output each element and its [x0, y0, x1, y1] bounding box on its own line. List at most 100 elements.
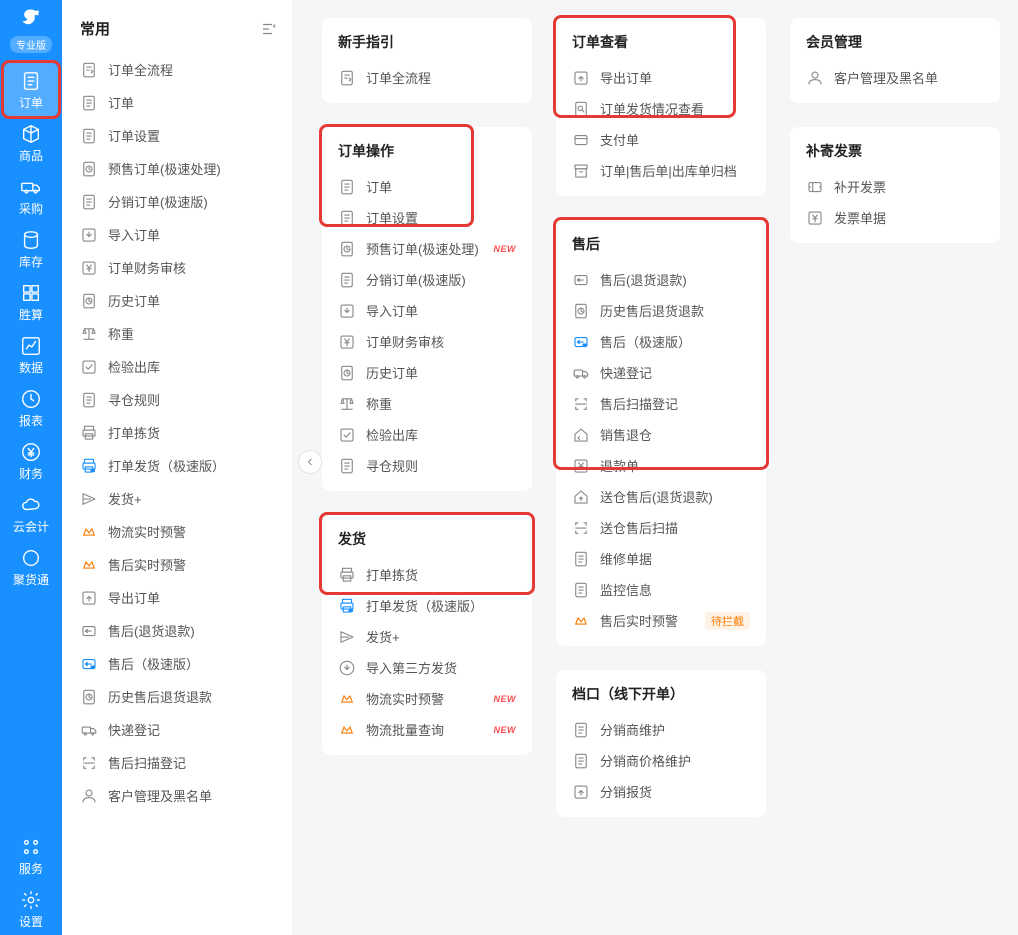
group-item[interactable]: 订单 [338, 171, 516, 202]
common-item[interactable]: 订单设置 [80, 119, 278, 152]
common-item[interactable]: 导出订单 [80, 581, 278, 614]
common-item[interactable]: 订单 [80, 86, 278, 119]
group-item[interactable]: 预售订单(极速处理)NEW [338, 233, 516, 264]
nav-采购[interactable]: 采购 [4, 169, 58, 222]
scan-icon [80, 754, 98, 772]
nav-订单[interactable]: 订单 [4, 63, 58, 116]
group-item[interactable]: 售后扫描登记 [572, 388, 750, 419]
group-item[interactable]: 售后实时预警待拦截 [572, 605, 750, 636]
common-item[interactable]: 快递登记 [80, 713, 278, 746]
group-item[interactable]: 历史订单 [338, 357, 516, 388]
group-item[interactable]: 分销报货 [572, 776, 750, 807]
history-icon [80, 292, 98, 310]
common-item[interactable]: 检验出库 [80, 350, 278, 383]
circle-icon [20, 547, 42, 569]
group-item[interactable]: 物流实时预警NEW [338, 683, 516, 714]
group-item[interactable]: 称重 [338, 388, 516, 419]
group-item[interactable]: 销售退仓 [572, 419, 750, 450]
check-box-icon [338, 426, 356, 444]
home-ret-icon [572, 426, 590, 444]
common-item[interactable]: 寻仓规则 [80, 383, 278, 416]
group-item[interactable]: 物流批量查询NEW [338, 714, 516, 745]
nav-数据[interactable]: 数据 [4, 328, 58, 381]
group-item[interactable]: 送仓售后扫描 [572, 512, 750, 543]
group: 会员管理客户管理及黑名单 [790, 18, 1000, 103]
common-item[interactable]: 历史售后退货退款 [80, 680, 278, 713]
group-item[interactable]: 订单发货情况查看 [572, 93, 750, 124]
group: 订单操作订单订单设置预售订单(极速处理)NEW分销订单(极速版)导入订单订单财务… [322, 127, 532, 491]
common-item[interactable]: 售后实时预警 [80, 548, 278, 581]
common-item[interactable]: 导入订单 [80, 218, 278, 251]
group-item[interactable]: 售后(退货退款) [572, 264, 750, 295]
group-item[interactable]: 退款单 [572, 450, 750, 481]
group-item[interactable]: 历史售后退货退款 [572, 295, 750, 326]
nav-胜算[interactable]: 胜算 [4, 275, 58, 328]
common-item[interactable]: 订单全流程 [80, 53, 278, 86]
return-icon [80, 622, 98, 640]
nav-服务[interactable]: 服务 [4, 829, 58, 882]
new-badge: NEW [494, 694, 517, 704]
group-item[interactable]: 监控信息 [572, 574, 750, 605]
new-badge: NEW [494, 244, 517, 254]
return-fast-icon [572, 333, 590, 351]
common-item[interactable]: 客户管理及黑名单 [80, 779, 278, 812]
common-item[interactable]: 分销订单(极速版) [80, 185, 278, 218]
group-item[interactable]: 导出订单 [572, 62, 750, 93]
group-item[interactable]: 补开发票 [806, 171, 984, 202]
scan-icon [572, 519, 590, 537]
yen-box-icon [572, 457, 590, 475]
group-item[interactable]: 订单设置 [338, 202, 516, 233]
vip-alert-icon [80, 523, 98, 541]
group-item[interactable]: 快递登记 [572, 357, 750, 388]
nav-云会计[interactable]: 云会计 [4, 487, 58, 540]
group-item[interactable]: 维修单据 [572, 543, 750, 574]
group-item[interactable]: 发货+ [338, 621, 516, 652]
common-item[interactable]: 发货+ [80, 482, 278, 515]
group-item[interactable]: 打单拣货 [338, 559, 516, 590]
group-item[interactable]: 订单全流程 [338, 62, 516, 93]
common-item[interactable]: 订单财务审核 [80, 251, 278, 284]
group-item[interactable]: 打单发货（极速版） [338, 590, 516, 621]
nav-财务[interactable]: 财务 [4, 434, 58, 487]
group-item[interactable]: 寻仓规则 [338, 450, 516, 481]
group-item[interactable]: 分销商价格维护 [572, 745, 750, 776]
common-item[interactable]: 打单发货（极速版） [80, 449, 278, 482]
print-icon [338, 566, 356, 584]
group-item[interactable]: 客户管理及黑名单 [806, 62, 984, 93]
group-item[interactable]: 发票单据 [806, 202, 984, 233]
group-item[interactable]: 送仓售后(退货退款) [572, 481, 750, 512]
group-item[interactable]: 订单财务审核 [338, 326, 516, 357]
common-item[interactable]: 物流实时预警 [80, 515, 278, 548]
sort-icon[interactable] [260, 20, 278, 38]
doc-icon [572, 721, 590, 739]
clock-doc-icon [338, 240, 356, 258]
common-item[interactable]: 售后(退货退款) [80, 614, 278, 647]
doc-icon [80, 94, 98, 112]
group-item[interactable]: 售后（极速版） [572, 326, 750, 357]
common-item[interactable]: 售后（极速版） [80, 647, 278, 680]
group-item[interactable]: 分销订单(极速版) [338, 264, 516, 295]
common-item[interactable]: 售后扫描登记 [80, 746, 278, 779]
nav-库存[interactable]: 库存 [4, 222, 58, 275]
nav-聚货通[interactable]: 聚货通 [4, 540, 58, 593]
nav-报表[interactable]: 报表 [4, 381, 58, 434]
group-item[interactable]: 支付单 [572, 124, 750, 155]
group-item[interactable]: 分销商维护 [572, 714, 750, 745]
nav-设置[interactable]: 设置 [4, 882, 58, 935]
grid-icon [20, 282, 42, 304]
common-item[interactable]: 打单拣货 [80, 416, 278, 449]
common-item[interactable]: 历史订单 [80, 284, 278, 317]
yen-box-icon [338, 333, 356, 351]
archive-icon [572, 162, 590, 180]
collapse-button[interactable] [298, 450, 322, 474]
doc-icon [80, 391, 98, 409]
common-item[interactable]: 称重 [80, 317, 278, 350]
group-title: 发货 [338, 529, 516, 549]
group-item[interactable]: 订单|售后单|出库单归档 [572, 155, 750, 186]
nav-商品[interactable]: 商品 [4, 116, 58, 169]
group-item[interactable]: 检验出库 [338, 419, 516, 450]
group-item[interactable]: 导入第三方发货 [338, 652, 516, 683]
common-item[interactable]: 预售订单(极速处理) [80, 152, 278, 185]
scale-icon [338, 395, 356, 413]
group-item[interactable]: 导入订单 [338, 295, 516, 326]
